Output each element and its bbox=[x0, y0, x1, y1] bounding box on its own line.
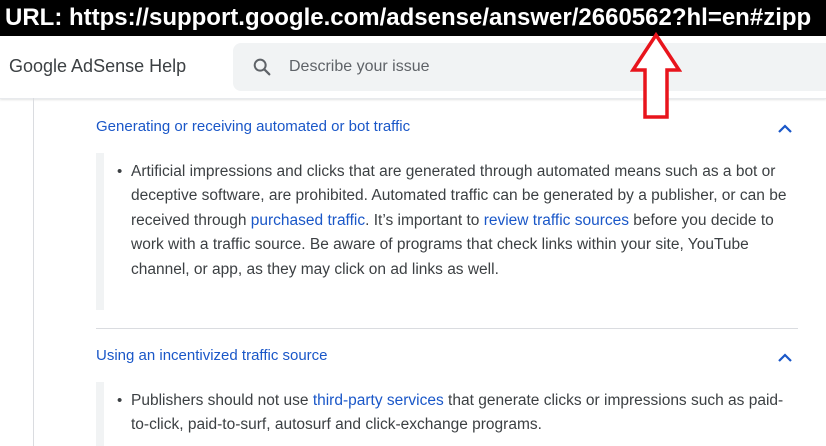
chevron-up-icon[interactable] bbox=[777, 351, 793, 363]
third-party-services-link[interactable]: third-party services bbox=[313, 392, 444, 409]
url-banner: URL: https://support.google.com/adsense/… bbox=[0, 0, 826, 36]
arrow-up-icon bbox=[630, 32, 682, 119]
review-traffic-sources-link[interactable]: review traffic sources bbox=[484, 212, 629, 229]
bot-traffic-paragraph: Artificial impressions and clicks that a… bbox=[131, 160, 791, 282]
bullet: • bbox=[117, 163, 123, 180]
paragraph-text: Publishers should not use bbox=[131, 392, 313, 409]
content-left-rule bbox=[33, 98, 34, 446]
chevron-up-icon[interactable] bbox=[777, 122, 793, 134]
bullet: • bbox=[117, 392, 123, 409]
brand-title[interactable]: Google AdSense Help bbox=[9, 56, 186, 77]
incentivized-traffic-paragraph: Publishers should not use third-party se… bbox=[131, 389, 791, 438]
search-icon[interactable] bbox=[251, 56, 273, 78]
search-input[interactable] bbox=[289, 43, 789, 91]
search-box[interactable] bbox=[233, 43, 826, 91]
content-side-bar bbox=[96, 153, 104, 310]
help-header: Google AdSense Help bbox=[0, 36, 826, 99]
accordion-title-bot-traffic[interactable]: Generating or receiving automated or bot… bbox=[96, 118, 410, 135]
accordion-title-incentivized-traffic[interactable]: Using an incentivized traffic source bbox=[96, 347, 328, 364]
section-divider bbox=[96, 328, 798, 329]
content-side-bar bbox=[96, 382, 104, 446]
paragraph-text: . It’s important to bbox=[365, 211, 484, 229]
purchased-traffic-link[interactable]: purchased traffic bbox=[251, 212, 365, 229]
